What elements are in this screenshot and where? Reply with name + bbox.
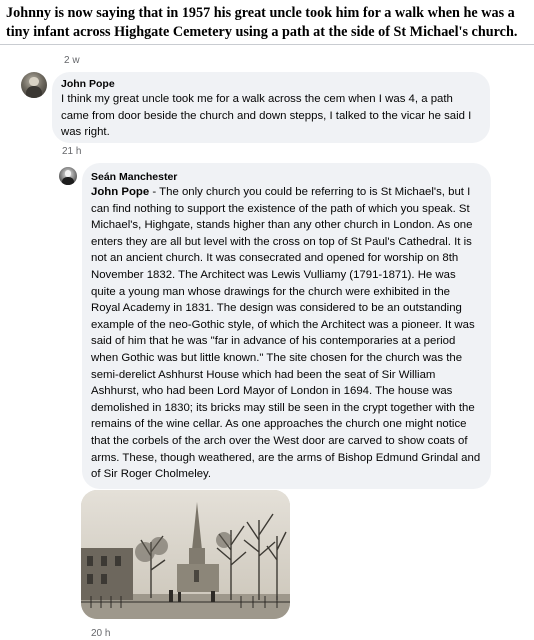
comment-bubble-john-pope: John Pope I think my great uncle took me… (52, 72, 490, 143)
comment-timestamp[interactable]: 21 h (62, 146, 81, 157)
comment-author[interactable]: John Pope (61, 78, 480, 90)
avatar-john-pope[interactable] (21, 72, 47, 98)
comment-bubble-sean-manchester: Seán Manchester John Pope - The only chu… (82, 163, 491, 489)
comment-text: I think my great uncle took me for a wal… (61, 93, 472, 139)
top-timestamp[interactable]: 2 w (64, 55, 80, 66)
headline: Johnny is now saying that in 1957 his gr… (6, 5, 518, 40)
avatar-sean-manchester[interactable] (59, 167, 77, 185)
attached-photo[interactable] (81, 490, 290, 619)
mention-link[interactable]: John Pope (91, 186, 149, 198)
comment-author[interactable]: Seán Manchester (91, 171, 481, 183)
comment-timestamp[interactable]: 20 h (91, 628, 110, 639)
comment-text: John Pope - The only church you could be… (91, 184, 481, 483)
church-photo-image (81, 490, 290, 619)
comment-body: - The only church you could be referring… (91, 186, 481, 481)
